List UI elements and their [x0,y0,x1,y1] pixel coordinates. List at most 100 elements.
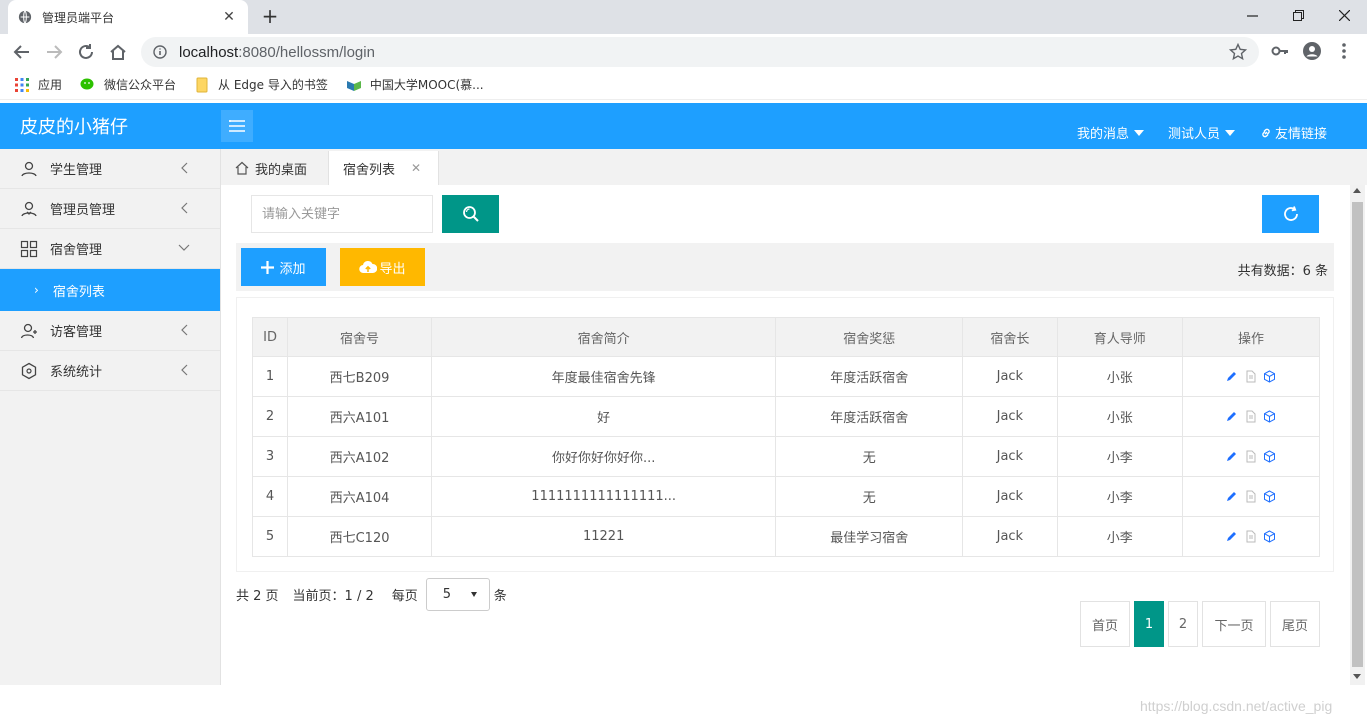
page-info: 共 2 页 当前页：1 / 2 每页 5 条 [236,578,511,611]
edit-icon[interactable] [1225,450,1238,463]
header-right-menu: 我的消息 测试人员 友情链接 [1053,123,1327,142]
refresh-icon [1283,206,1298,221]
row-actions [1181,356,1321,397]
page-1-button[interactable]: 1 [1134,601,1164,647]
edit-icon[interactable] [1225,530,1238,543]
document-icon[interactable] [1244,490,1257,503]
tab-close-icon[interactable]: ✕ [220,9,238,25]
table-cell: 5 [251,516,289,557]
friend-links-menu[interactable]: 友情链接 [1259,123,1327,142]
user-menu[interactable]: 测试人员 [1168,123,1235,142]
table-cell: 1 [251,356,289,397]
add-button[interactable]: 添加 [241,248,326,286]
page-last-button[interactable]: 尾页 [1270,601,1320,647]
column-header: 宿舍奖惩 [775,317,964,357]
profile-icon[interactable] [1302,41,1322,61]
caret-down-icon [1133,129,1144,136]
total-count: 共有数据：6 条 [1237,264,1328,279]
new-tab-icon[interactable]: + [258,4,282,28]
bookmark-apps[interactable]: 应用 [14,76,62,93]
restore-icon[interactable] [1275,0,1321,30]
sidebar-item-dorms[interactable]: 宿舍管理 [0,229,220,269]
address-bar[interactable]: localhost:8080/hellossm/login [141,37,1259,67]
bookmark-star-icon[interactable] [1229,43,1247,61]
more-menu-icon[interactable] [1334,41,1354,61]
edit-icon[interactable] [1225,410,1238,423]
document-icon[interactable] [1244,370,1257,383]
page-2-button[interactable]: 2 [1168,601,1198,647]
sidebar-item-dorm-list[interactable]: › 宿舍列表 [0,269,220,311]
tab-desktop[interactable]: 我的桌面 [221,151,329,185]
refresh-button[interactable] [1262,195,1319,233]
document-icon[interactable] [1244,450,1257,463]
document-icon[interactable] [1244,530,1257,543]
column-header: 宿舍简介 [430,317,777,357]
key-icon[interactable] [1270,41,1290,61]
cube-icon[interactable] [1263,530,1276,543]
column-header: 育人导师 [1056,317,1183,357]
cube-icon[interactable] [1263,370,1276,383]
row-actions [1181,396,1321,437]
sidebar-item-stats[interactable]: 系统统计 [0,351,220,391]
reload-icon[interactable] [74,40,98,64]
page-first-button[interactable]: 首页 [1080,601,1130,647]
menu-toggle-button[interactable] [221,110,253,142]
table-cell: 西六A104 [287,476,432,517]
link-icon [1262,128,1270,137]
grid-icon [20,240,38,257]
cube-icon[interactable] [1263,490,1276,503]
action-bar: 添加 导出 共有数据：6 条 [236,243,1334,291]
table-cell: 2 [251,396,289,437]
scrollbar-thumb[interactable] [1352,202,1363,667]
browser-tab[interactable]: 管理员端平台 ✕ [8,0,248,34]
sidebar-item-admins[interactable]: 管理员管理 [0,189,220,229]
current-page: 当前页：1 / 2 [292,589,374,604]
bookmark-wechat[interactable]: 微信公众平台 [80,76,176,93]
export-button[interactable]: 导出 [340,248,425,286]
close-window-icon[interactable] [1321,0,1367,30]
info-icon[interactable] [153,45,167,59]
my-messages-menu[interactable]: 我的消息 [1077,123,1144,142]
table-cell: 无 [775,476,964,517]
scroll-up-icon[interactable] [1353,188,1361,193]
scroll-down-icon[interactable] [1353,674,1361,679]
home-icon [235,161,249,175]
bookmark-edge-folder[interactable]: 从 Edge 导入的书签 [194,76,328,93]
hamburger-icon [229,120,245,132]
tab-close-icon[interactable]: ✕ [411,161,421,175]
caret-down-icon [470,592,477,597]
table-cell: 小李 [1056,476,1183,517]
forward-icon[interactable] [42,40,66,64]
chevron-left-icon [181,202,188,214]
cube-icon[interactable] [1263,450,1276,463]
edit-icon[interactable] [1225,490,1238,503]
table-cell: 你好你好你好你... [430,436,777,477]
sidebar-item-students[interactable]: 学生管理 [0,149,220,189]
home-icon[interactable] [106,40,130,64]
table-cell: 年度活跃宿舍 [775,356,964,397]
chevron-left-icon [181,364,188,376]
edit-icon[interactable] [1225,370,1238,383]
document-icon[interactable] [1244,410,1257,423]
search-input[interactable] [251,195,433,233]
tab-dorm-list[interactable]: 宿舍列表 ✕ [329,151,439,185]
back-icon[interactable] [10,40,34,64]
page-next-button[interactable]: 下一页 [1202,601,1266,647]
visitor-icon [20,323,37,338]
bookmark-mooc[interactable]: 中国大学MOOC(慕... [346,76,484,93]
dorm-table: ID 宿舍号 宿舍简介 宿舍奖惩 宿舍长 育人导师 操作 1 西七B209 年度最佳宿舍先锋 年度… [251,317,1321,557]
table-cell: Jack [962,356,1058,397]
table-cell: 4 [251,476,289,517]
table-cell: 小张 [1056,356,1183,397]
table-row: 2 西六A101 好年度活跃宿舍 Jack 小张 [251,396,1321,437]
sidebar-item-visitors[interactable]: 访客管理 [0,311,220,351]
search-icon [462,206,479,222]
page-size-select[interactable]: 5 [425,578,490,611]
plus-icon [261,260,275,274]
cube-icon[interactable] [1263,410,1276,423]
search-button[interactable] [442,195,499,233]
browser-toolbar: localhost:8080/hellossm/login [0,34,1367,70]
table-cell: 小李 [1056,516,1183,557]
minimize-icon[interactable] [1229,0,1275,30]
app-header: 皮皮的小猪仔 我的消息 测试人员 友情链接 [0,103,1367,149]
